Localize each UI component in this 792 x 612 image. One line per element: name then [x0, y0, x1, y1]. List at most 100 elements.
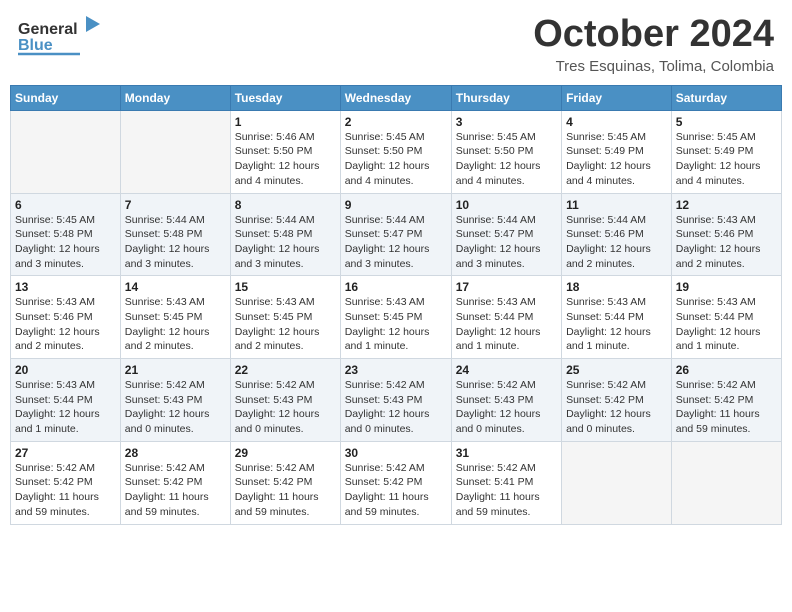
- calendar-cell: 22Sunrise: 5:42 AM Sunset: 5:43 PM Dayli…: [230, 359, 340, 442]
- day-number: 2: [345, 115, 447, 129]
- day-info: Sunrise: 5:44 AM Sunset: 5:46 PM Dayligh…: [566, 213, 667, 272]
- day-info: Sunrise: 5:43 AM Sunset: 5:44 PM Dayligh…: [456, 295, 557, 354]
- day-number: 10: [456, 198, 557, 212]
- day-info: Sunrise: 5:46 AM Sunset: 5:50 PM Dayligh…: [235, 130, 336, 189]
- day-info: Sunrise: 5:42 AM Sunset: 5:41 PM Dayligh…: [456, 461, 557, 520]
- calendar-cell: 31Sunrise: 5:42 AM Sunset: 5:41 PM Dayli…: [451, 441, 561, 524]
- logo-icon: General Blue: [18, 14, 108, 58]
- calendar-cell: 7Sunrise: 5:44 AM Sunset: 5:48 PM Daylig…: [120, 193, 230, 276]
- day-number: 30: [345, 446, 447, 460]
- day-info: Sunrise: 5:42 AM Sunset: 5:42 PM Dayligh…: [676, 378, 777, 437]
- day-number: 27: [15, 446, 116, 460]
- day-info: Sunrise: 5:42 AM Sunset: 5:42 PM Dayligh…: [235, 461, 336, 520]
- calendar-cell: [671, 441, 781, 524]
- calendar-cell: 10Sunrise: 5:44 AM Sunset: 5:47 PM Dayli…: [451, 193, 561, 276]
- calendar-cell: 29Sunrise: 5:42 AM Sunset: 5:42 PM Dayli…: [230, 441, 340, 524]
- calendar-cell: 20Sunrise: 5:43 AM Sunset: 5:44 PM Dayli…: [11, 359, 121, 442]
- calendar-cell: 3Sunrise: 5:45 AM Sunset: 5:50 PM Daylig…: [451, 110, 561, 193]
- calendar-table: SundayMondayTuesdayWednesdayThursdayFrid…: [10, 85, 782, 525]
- calendar-cell: 21Sunrise: 5:42 AM Sunset: 5:43 PM Dayli…: [120, 359, 230, 442]
- day-number: 11: [566, 198, 667, 212]
- day-number: 3: [456, 115, 557, 129]
- day-info: Sunrise: 5:43 AM Sunset: 5:44 PM Dayligh…: [566, 295, 667, 354]
- calendar-cell: 2Sunrise: 5:45 AM Sunset: 5:50 PM Daylig…: [340, 110, 451, 193]
- calendar-cell: 13Sunrise: 5:43 AM Sunset: 5:46 PM Dayli…: [11, 276, 121, 359]
- calendar-week-row: 6Sunrise: 5:45 AM Sunset: 5:48 PM Daylig…: [11, 193, 782, 276]
- day-info: Sunrise: 5:44 AM Sunset: 5:48 PM Dayligh…: [125, 213, 226, 272]
- calendar-cell: 6Sunrise: 5:45 AM Sunset: 5:48 PM Daylig…: [11, 193, 121, 276]
- day-number: 13: [15, 280, 116, 294]
- page: General Blue October 2024 Tres Esquinas,…: [0, 0, 792, 612]
- day-number: 19: [676, 280, 777, 294]
- day-info: Sunrise: 5:42 AM Sunset: 5:42 PM Dayligh…: [15, 461, 116, 520]
- calendar-cell: 25Sunrise: 5:42 AM Sunset: 5:42 PM Dayli…: [562, 359, 672, 442]
- title-block: October 2024 Tres Esquinas, Tolima, Colo…: [533, 14, 774, 75]
- calendar-cell: 8Sunrise: 5:44 AM Sunset: 5:48 PM Daylig…: [230, 193, 340, 276]
- day-info: Sunrise: 5:43 AM Sunset: 5:45 PM Dayligh…: [345, 295, 447, 354]
- day-info: Sunrise: 5:45 AM Sunset: 5:49 PM Dayligh…: [676, 130, 777, 189]
- day-info: Sunrise: 5:45 AM Sunset: 5:49 PM Dayligh…: [566, 130, 667, 189]
- day-info: Sunrise: 5:43 AM Sunset: 5:46 PM Dayligh…: [15, 295, 116, 354]
- calendar-cell: 28Sunrise: 5:42 AM Sunset: 5:42 PM Dayli…: [120, 441, 230, 524]
- calendar-cell: 4Sunrise: 5:45 AM Sunset: 5:49 PM Daylig…: [562, 110, 672, 193]
- day-info: Sunrise: 5:44 AM Sunset: 5:47 PM Dayligh…: [456, 213, 557, 272]
- day-header: Sunday: [11, 85, 121, 110]
- day-number: 26: [676, 363, 777, 377]
- day-info: Sunrise: 5:45 AM Sunset: 5:50 PM Dayligh…: [345, 130, 447, 189]
- calendar-cell: 23Sunrise: 5:42 AM Sunset: 5:43 PM Dayli…: [340, 359, 451, 442]
- svg-text:Blue: Blue: [18, 37, 53, 54]
- calendar-cell: 30Sunrise: 5:42 AM Sunset: 5:42 PM Dayli…: [340, 441, 451, 524]
- day-number: 16: [345, 280, 447, 294]
- day-info: Sunrise: 5:45 AM Sunset: 5:50 PM Dayligh…: [456, 130, 557, 189]
- day-info: Sunrise: 5:42 AM Sunset: 5:43 PM Dayligh…: [125, 378, 226, 437]
- day-info: Sunrise: 5:43 AM Sunset: 5:44 PM Dayligh…: [15, 378, 116, 437]
- day-header: Wednesday: [340, 85, 451, 110]
- day-info: Sunrise: 5:43 AM Sunset: 5:44 PM Dayligh…: [676, 295, 777, 354]
- calendar-week-row: 13Sunrise: 5:43 AM Sunset: 5:46 PM Dayli…: [11, 276, 782, 359]
- calendar-body: 1Sunrise: 5:46 AM Sunset: 5:50 PM Daylig…: [11, 110, 782, 524]
- day-number: 9: [345, 198, 447, 212]
- month-title: October 2024: [533, 14, 774, 56]
- day-number: 29: [235, 446, 336, 460]
- day-number: 1: [235, 115, 336, 129]
- svg-text:General: General: [18, 21, 78, 38]
- calendar-cell: [11, 110, 121, 193]
- day-number: 7: [125, 198, 226, 212]
- day-header: Tuesday: [230, 85, 340, 110]
- day-info: Sunrise: 5:44 AM Sunset: 5:48 PM Dayligh…: [235, 213, 336, 272]
- calendar-cell: 11Sunrise: 5:44 AM Sunset: 5:46 PM Dayli…: [562, 193, 672, 276]
- day-info: Sunrise: 5:42 AM Sunset: 5:43 PM Dayligh…: [235, 378, 336, 437]
- calendar-header-row: SundayMondayTuesdayWednesdayThursdayFrid…: [11, 85, 782, 110]
- calendar-cell: [120, 110, 230, 193]
- day-number: 4: [566, 115, 667, 129]
- calendar-cell: [562, 441, 672, 524]
- day-header: Monday: [120, 85, 230, 110]
- location-subtitle: Tres Esquinas, Tolima, Colombia: [533, 58, 774, 75]
- calendar-cell: 27Sunrise: 5:42 AM Sunset: 5:42 PM Dayli…: [11, 441, 121, 524]
- day-number: 22: [235, 363, 336, 377]
- day-info: Sunrise: 5:42 AM Sunset: 5:43 PM Dayligh…: [456, 378, 557, 437]
- calendar-cell: 16Sunrise: 5:43 AM Sunset: 5:45 PM Dayli…: [340, 276, 451, 359]
- calendar-week-row: 20Sunrise: 5:43 AM Sunset: 5:44 PM Dayli…: [11, 359, 782, 442]
- day-number: 8: [235, 198, 336, 212]
- day-info: Sunrise: 5:44 AM Sunset: 5:47 PM Dayligh…: [345, 213, 447, 272]
- day-header: Friday: [562, 85, 672, 110]
- calendar-cell: 5Sunrise: 5:45 AM Sunset: 5:49 PM Daylig…: [671, 110, 781, 193]
- day-info: Sunrise: 5:42 AM Sunset: 5:42 PM Dayligh…: [566, 378, 667, 437]
- calendar-cell: 17Sunrise: 5:43 AM Sunset: 5:44 PM Dayli…: [451, 276, 561, 359]
- day-number: 20: [15, 363, 116, 377]
- day-info: Sunrise: 5:43 AM Sunset: 5:45 PM Dayligh…: [125, 295, 226, 354]
- calendar-cell: 9Sunrise: 5:44 AM Sunset: 5:47 PM Daylig…: [340, 193, 451, 276]
- day-number: 24: [456, 363, 557, 377]
- calendar-week-row: 1Sunrise: 5:46 AM Sunset: 5:50 PM Daylig…: [11, 110, 782, 193]
- day-number: 28: [125, 446, 226, 460]
- day-number: 31: [456, 446, 557, 460]
- calendar-cell: 12Sunrise: 5:43 AM Sunset: 5:46 PM Dayli…: [671, 193, 781, 276]
- day-number: 14: [125, 280, 226, 294]
- day-number: 6: [15, 198, 116, 212]
- calendar-cell: 1Sunrise: 5:46 AM Sunset: 5:50 PM Daylig…: [230, 110, 340, 193]
- logo: General Blue: [18, 14, 108, 58]
- header: General Blue October 2024 Tres Esquinas,…: [0, 0, 792, 81]
- calendar-cell: 26Sunrise: 5:42 AM Sunset: 5:42 PM Dayli…: [671, 359, 781, 442]
- day-number: 25: [566, 363, 667, 377]
